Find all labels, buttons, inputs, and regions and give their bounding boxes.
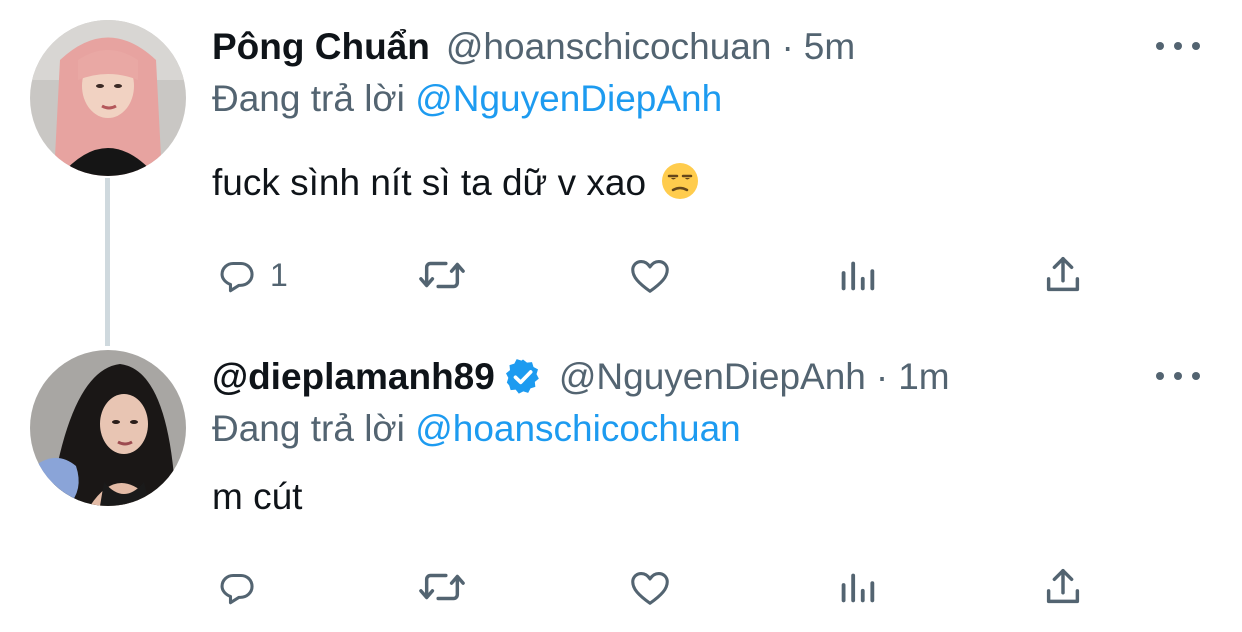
like-button[interactable] [626,250,674,300]
avatar[interactable] [30,350,186,506]
like-button[interactable] [626,562,674,612]
views-icon [841,573,875,603]
tweet-text-content: m cút [212,476,303,517]
timestamp[interactable]: 5m [804,24,855,70]
tweet-actions [0,562,1242,612]
views-button[interactable] [834,562,880,612]
avatar[interactable] [30,20,186,176]
reply-button[interactable] [214,562,270,612]
tweet-header: @dieplamanh89 @NguyenDiepAnh · 1m [212,354,950,400]
views-icon [841,261,875,291]
reply-mention-link[interactable]: @hoanschicochuan [415,408,741,449]
reply-icon [220,573,254,605]
tweet[interactable]: Pông Chuẩn @hoanschicochuan · 5m Đang tr… [0,0,1242,346]
reply-prefix: Đang trả lời [212,78,405,119]
timestamp[interactable]: 1m [898,354,949,400]
share-button[interactable] [1040,250,1086,300]
views-button[interactable] [834,250,880,300]
reply-button[interactable]: 1 [214,250,288,300]
like-icon [631,260,669,293]
reply-context: Đang trả lời @NguyenDiepAnh [212,76,722,122]
retweet-icon [419,573,465,601]
retweet-button[interactable] [414,250,470,300]
user-handle[interactable]: @hoanschicochuan [446,24,772,70]
reply-count: 1 [270,256,288,293]
separator-dot: · [781,26,794,67]
reply-prefix: Đang trả lời [212,408,405,449]
reply-mention-link[interactable]: @NguyenDiepAnh [415,78,722,119]
tweet[interactable]: @dieplamanh89 @NguyenDiepAnh · 1m Đang t… [0,330,1242,632]
tweet-header: Pông Chuẩn @hoanschicochuan · 5m [212,24,855,70]
share-icon [1046,568,1080,604]
share-button[interactable] [1040,562,1086,612]
tweet-actions: 1 [0,250,1242,300]
more-icon[interactable] [1156,366,1200,386]
display-name[interactable]: @dieplamanh89 [212,354,495,400]
tweet-text: fuck sình nít sì ta dữ v xao [212,160,700,206]
tweet-thread: Pông Chuẩn @hoanschicochuan · 5m Đang tr… [0,0,1242,632]
reply-context: Đang trả lời @hoanschicochuan [212,406,741,452]
verified-badge-icon [505,359,539,394]
more-icon[interactable] [1156,36,1200,56]
user-handle[interactable]: @NguyenDiepAnh [559,354,866,400]
share-icon [1046,256,1080,292]
tweet-text: m cút [212,474,302,520]
like-icon [631,572,669,605]
tweet-text-content: fuck sình nít sì ta dữ v xao [212,162,647,203]
retweet-button[interactable] [414,562,470,612]
separator-dot: · [875,356,889,397]
unamused-face-icon [662,163,699,199]
retweet-icon [419,261,465,289]
reply-icon [220,261,254,293]
display-name[interactable]: Pông Chuẩn [212,24,430,70]
